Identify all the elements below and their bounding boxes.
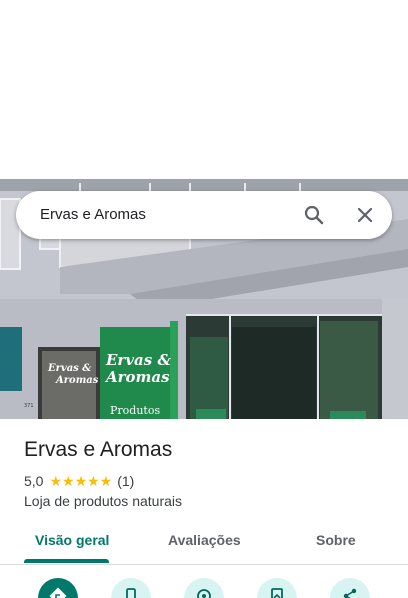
call-button[interactable] — [111, 578, 151, 598]
search-input[interactable]: Ervas e Aromas — [40, 206, 146, 223]
directions-icon — [49, 587, 67, 598]
tab-about[interactable]: Sobre — [316, 532, 356, 548]
search-bar[interactable]: Ervas e Aromas — [16, 191, 392, 239]
add-photo-button[interactable] — [257, 578, 297, 598]
close-icon[interactable] — [353, 203, 377, 227]
share-icon — [343, 588, 357, 598]
active-tab-indicator — [24, 559, 109, 563]
place-category[interactable]: Loja de produtos naturais — [24, 493, 182, 509]
rating-row[interactable]: 5,0 ★★★★★ (1) — [24, 472, 134, 490]
rating-value: 5,0 — [24, 473, 44, 489]
place-title: Ervas e Aromas — [24, 438, 173, 461]
action-buttons — [0, 565, 408, 598]
map-blank-area — [0, 0, 408, 179]
tab-overview[interactable]: Visão geral — [35, 532, 109, 548]
search-icon[interactable] — [302, 203, 326, 227]
star-rating-icon: ★★★★★ — [49, 472, 113, 489]
share-button[interactable] — [330, 578, 370, 598]
side-sign-line-1: Ervas & — [47, 363, 91, 374]
street-number: 371 — [24, 403, 34, 409]
side-sign-line-2: Aromas — [55, 375, 99, 386]
review-count[interactable]: (1) — [117, 473, 134, 489]
sign-line-3: Produtos — [110, 404, 160, 417]
directions-button[interactable] — [38, 578, 78, 598]
sign-line-1: Ervas & — [105, 351, 171, 369]
save-button[interactable] — [184, 578, 224, 598]
sign-line-2: Aromas — [104, 368, 170, 386]
add-photo-icon — [271, 588, 283, 598]
save-icon — [197, 589, 211, 598]
place-tabs: Visão geral Avaliações Sobre — [0, 519, 408, 565]
phone-icon — [126, 588, 136, 598]
place-info: Ervas e Aromas 5,0 ★★★★★ (1) Loja de pro… — [0, 419, 408, 519]
tab-reviews[interactable]: Avaliações — [168, 532, 241, 548]
